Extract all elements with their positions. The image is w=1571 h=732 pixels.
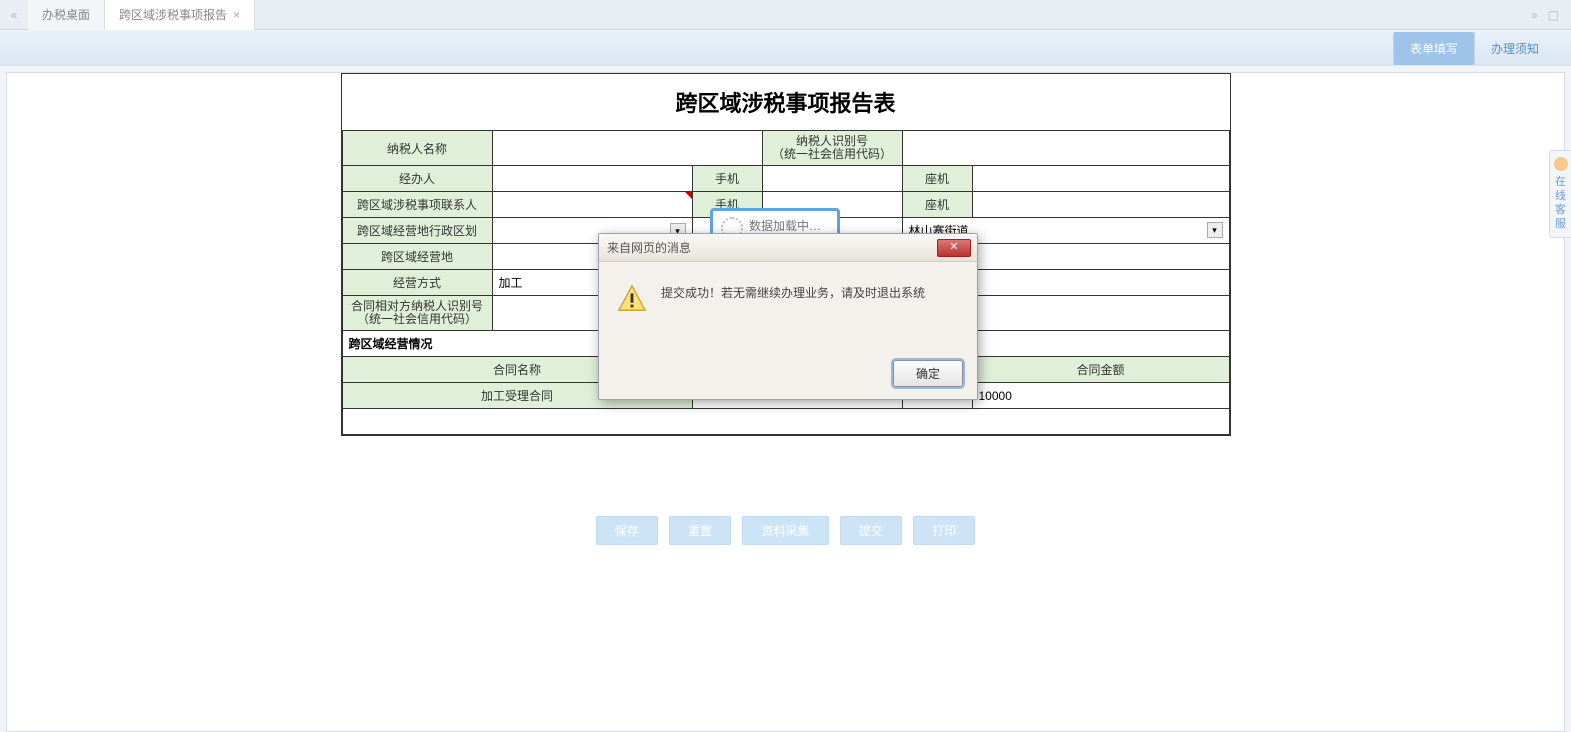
- empty-row: [342, 409, 1229, 435]
- main-content: 跨区域涉税事项报告表 纳税人名称 纳税人识别号 （统一社会信用代码） 经办人 手…: [6, 72, 1565, 732]
- tab-form-fill[interactable]: 表单填写: [1393, 32, 1474, 65]
- tab-cross-region-report[interactable]: 跨区域涉税事项报告 ×: [105, 0, 255, 30]
- label-handler-landline: 座机: [902, 166, 972, 192]
- close-icon[interactable]: ×: [233, 0, 240, 30]
- bottom-button-bar: 保存 重置 资料采集 提交 打印: [7, 516, 1564, 545]
- tab-scroll-right: » ▢: [1519, 8, 1571, 22]
- dialog-titlebar: 来自网页的消息 ✕: [599, 234, 977, 262]
- input-contact-landline[interactable]: [972, 192, 1229, 218]
- print-button[interactable]: 打印: [913, 516, 975, 545]
- save-button[interactable]: 保存: [596, 516, 658, 545]
- input-taxpayer-name[interactable]: [492, 131, 762, 166]
- label-address: 跨区域经营地: [342, 244, 492, 270]
- tab-scroll-left-icon[interactable]: «: [0, 8, 28, 22]
- submit-button[interactable]: 提交: [840, 516, 902, 545]
- label-district: 跨区域经营地行政区划: [342, 218, 492, 244]
- online-service-label: 在线客服: [1552, 175, 1569, 231]
- label-counterpart-id: 合同相对方纳税人识别号 （统一社会信用代码）: [342, 296, 492, 331]
- online-service-button[interactable]: 在线客服: [1549, 150, 1571, 238]
- reset-button[interactable]: 重置: [669, 516, 731, 545]
- input-contact[interactable]: [492, 192, 692, 218]
- alert-dialog: 来自网页的消息 ✕ 提交成功！若无需继续办理业务，请及时退出系统 确定: [598, 233, 978, 400]
- cell-contract-amount[interactable]: 10000: [972, 383, 1229, 409]
- label-contact: 跨区域涉税事项联系人: [342, 192, 492, 218]
- close-icon[interactable]: ✕: [937, 239, 971, 257]
- tab-scroll-right-icon[interactable]: »: [1531, 8, 1538, 22]
- loading-text: 数据加载中…: [749, 219, 821, 233]
- ok-button[interactable]: 确定: [893, 360, 963, 387]
- label-taxpayer-id: 纳税人识别号 （统一社会信用代码）: [762, 131, 902, 166]
- label-contact-landline: 座机: [902, 192, 972, 218]
- form-title: 跨区域涉税事项报告表: [342, 74, 1230, 130]
- label-handler-mobile: 手机: [692, 166, 762, 192]
- input-handler-landline[interactable]: [972, 166, 1229, 192]
- avatar-icon: [1554, 157, 1568, 171]
- label-taxpayer-name: 纳税人名称: [342, 131, 492, 166]
- tab-label: 办税桌面: [42, 0, 90, 30]
- collect-button[interactable]: 资料采集: [742, 516, 828, 545]
- label-handler: 经办人: [342, 166, 492, 192]
- tab-process-notice[interactable]: 办理须知: [1474, 32, 1555, 65]
- tab-desktop[interactable]: 办税桌面: [28, 0, 105, 30]
- input-handler-mobile[interactable]: [762, 166, 902, 192]
- dialog-message: 提交成功！若无需继续办理业务，请及时退出系统: [661, 284, 925, 301]
- label-contract-amount: 合同金额: [972, 357, 1229, 383]
- label-method: 经营方式: [342, 270, 492, 296]
- window-maximize-icon[interactable]: ▢: [1548, 8, 1559, 22]
- input-taxpayer-id[interactable]: [902, 131, 1229, 166]
- input-handler[interactable]: [492, 166, 692, 192]
- tab-label: 跨区域涉税事项报告: [119, 0, 227, 30]
- dialog-footer: 确定: [599, 352, 977, 399]
- dialog-body: 提交成功！若无需继续办理业务，请及时退出系统: [599, 262, 977, 352]
- action-tab-row: 表单填写 办理须知: [0, 30, 1571, 66]
- chevron-down-icon: ▾: [1207, 222, 1223, 238]
- dialog-title: 来自网页的消息: [605, 239, 937, 256]
- warning-icon: [617, 284, 647, 317]
- top-tab-bar: « 办税桌面 跨区域涉税事项报告 × » ▢: [0, 0, 1571, 30]
